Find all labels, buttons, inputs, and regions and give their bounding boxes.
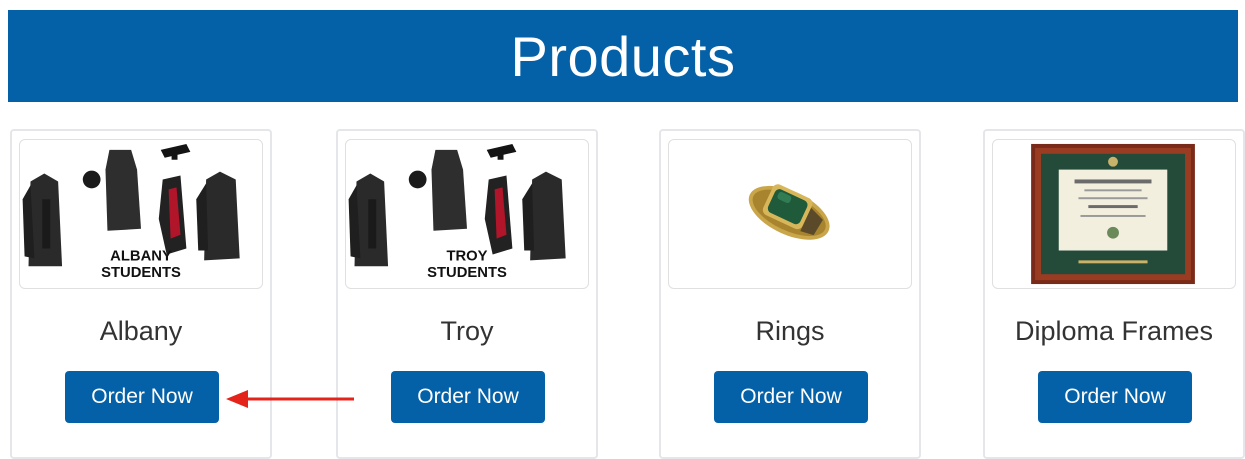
product-card-rings: Rings Order Now: [659, 129, 921, 459]
order-now-button-albany[interactable]: Order Now: [65, 371, 219, 423]
page-title: Products: [510, 24, 736, 88]
troy-image-caption-1: TROY: [446, 248, 487, 264]
products-header: Products: [8, 10, 1238, 102]
order-now-button-troy[interactable]: Order Now: [391, 371, 545, 423]
product-card-diploma-frames: Diploma Frames Order Now: [983, 129, 1245, 459]
product-title-diploma-frames: Diploma Frames: [1014, 316, 1214, 346]
ring-image[interactable]: [668, 139, 912, 289]
product-title-albany: Albany: [99, 316, 183, 346]
product-title-rings: Rings: [755, 316, 825, 346]
albany-image-caption-1: ALBANY: [110, 248, 172, 264]
albany-image-caption-2: STUDENTS: [101, 265, 181, 281]
annotation-arrow-icon: [226, 390, 354, 408]
troy-gown-image[interactable]: TROY STUDENTS: [345, 139, 589, 289]
order-now-button-rings[interactable]: Order Now: [714, 371, 868, 423]
product-card-troy: TROY STUDENTS Troy Order Now: [336, 129, 598, 459]
product-title-troy: Troy: [440, 316, 494, 346]
troy-image-caption-2: STUDENTS: [427, 265, 507, 281]
order-now-button-diploma-frames[interactable]: Order Now: [1038, 371, 1192, 423]
albany-gown-image[interactable]: ALBANY STUDENTS: [19, 139, 263, 289]
diploma-frame-image[interactable]: [992, 139, 1236, 289]
